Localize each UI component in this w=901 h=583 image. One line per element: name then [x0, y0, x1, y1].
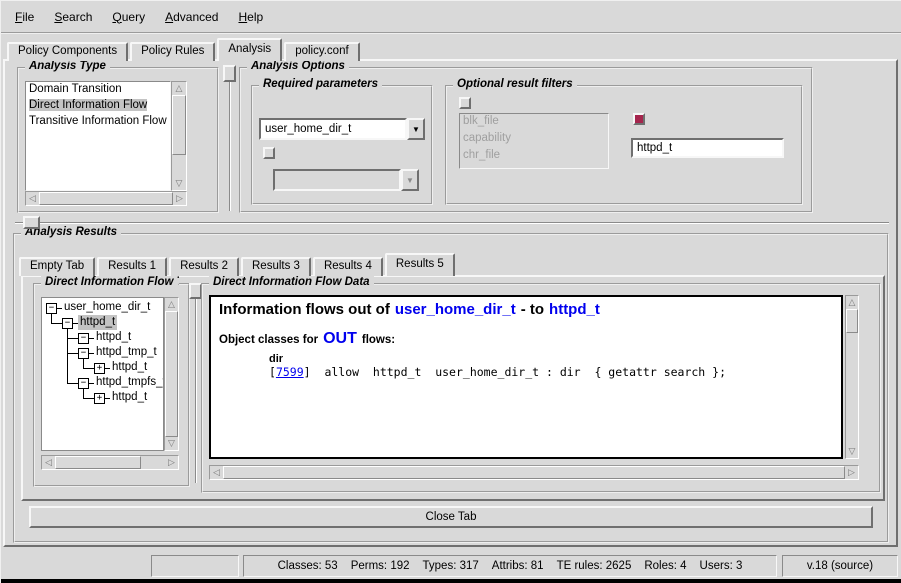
menu-advanced[interactable]: Advanced — [155, 7, 228, 27]
flow-data-heading: Information flows out ofuser_home_dir_t-… — [219, 301, 833, 318]
close-tab-button[interactable]: Close Tab — [29, 506, 873, 528]
tab-policy-components[interactable]: Policy Components — [7, 42, 128, 61]
tree-node-label[interactable]: httpd_t — [94, 330, 133, 345]
tab-empty[interactable]: Empty Tab — [19, 257, 95, 276]
attrib-combobox: ▼ — [273, 169, 419, 191]
regex-input[interactable] — [631, 138, 784, 158]
status-users: Users: 3 — [700, 560, 743, 572]
expand-icon[interactable]: + — [94, 363, 105, 374]
starting-type-combobox[interactable]: ▼ — [259, 118, 425, 140]
scroll-up-icon[interactable]: △ — [172, 82, 186, 95]
analysis-type-title: Analysis Type — [25, 60, 110, 72]
tree-node-label[interactable]: httpd_t — [78, 315, 117, 330]
tab-results-4[interactable]: Results 4 — [313, 257, 383, 276]
results-sash[interactable] — [195, 289, 197, 483]
analysis-type-list[interactable]: Domain Transition Direct Information Flo… — [25, 81, 171, 191]
tab-policy-conf[interactable]: policy.conf — [284, 42, 359, 61]
attrib-value — [273, 169, 401, 191]
main-tab-bar: Policy Components Policy Rules Analysis … — [7, 38, 362, 61]
tab-results-2[interactable]: Results 2 — [169, 257, 239, 276]
scroll-right-icon[interactable]: ▷ — [173, 192, 186, 205]
status-version: v.18 (source) — [782, 555, 898, 577]
collapse-icon[interactable]: − — [78, 348, 89, 359]
tab-results-1[interactable]: Results 1 — [97, 257, 167, 276]
rule-line: [7599] allow httpd_t user_home_dir_t : d… — [269, 365, 833, 379]
menu-help[interactable]: Help — [228, 7, 273, 27]
analysis-options-title: Analysis Options — [247, 60, 349, 72]
tab-results-3[interactable]: Results 3 — [241, 257, 311, 276]
optional-filters-title: Optional result filters — [453, 78, 577, 90]
vertical-sash[interactable] — [229, 71, 231, 211]
menu-bar: File Search Query Advanced Help — [1, 1, 901, 34]
list-item[interactable]: Domain Transition — [26, 82, 170, 98]
tab-analysis[interactable]: Analysis — [217, 38, 282, 61]
status-perms: Perms: 192 — [351, 560, 410, 572]
tree-node-label[interactable]: user_home_dir_t — [62, 300, 152, 315]
tab-results-5[interactable]: Results 5 — [385, 253, 455, 276]
regex-checkbox[interactable] — [633, 113, 645, 125]
attrib-checkbox[interactable] — [263, 147, 275, 159]
flow-data-title: Direct Information Flow Data — [209, 276, 374, 288]
tree-node-label[interactable]: httpd_t — [110, 390, 149, 405]
list-item-disabled: capability — [460, 131, 608, 148]
required-parameters-title: Required parameters — [259, 78, 382, 90]
list-item-disabled: blk_file — [460, 114, 608, 131]
scrollbar-thumb[interactable] — [39, 192, 173, 205]
status-classes: Classes: 53 — [278, 560, 338, 572]
status-stats: Classes: 53 Perms: 192 Types: 317 Attrib… — [243, 555, 777, 577]
expand-icon[interactable]: + — [94, 393, 105, 404]
window-bottom-edge — [1, 579, 901, 583]
flow-tree[interactable]: −user_home_dir_t−httpd_t−httpd_t−httpd_t… — [41, 297, 164, 451]
collapse-icon[interactable]: − — [78, 333, 89, 344]
menu-search[interactable]: Search — [44, 7, 102, 27]
list-item-disabled: chr_file — [460, 148, 608, 165]
flow-data-subheading: Object classes forOUTflows: — [219, 330, 833, 348]
tree-node-label[interactable]: httpd_t — [110, 360, 149, 375]
object-class-checkbox[interactable] — [459, 97, 471, 109]
analysis-type-hscrollbar[interactable]: ◁ ▷ — [25, 191, 187, 206]
status-te-rules: TE rules: 2625 — [557, 560, 632, 572]
menu-query[interactable]: Query — [102, 7, 155, 27]
rule-text: allow httpd_t user_home_dir_t : dir { ge… — [324, 365, 726, 379]
object-class-name: dir — [269, 353, 833, 365]
scroll-down-icon[interactable]: ▽ — [172, 177, 186, 190]
rule-number-link[interactable]: 7599 — [276, 365, 304, 379]
status-roles: Roles: 4 — [644, 560, 686, 572]
object-class-list: blk_file capability chr_file — [459, 113, 609, 169]
horizontal-sash[interactable] — [15, 222, 889, 224]
status-attribs: Attribs: 81 — [492, 560, 544, 572]
collapse-icon[interactable]: − — [62, 318, 73, 329]
collapse-icon[interactable]: − — [78, 378, 89, 389]
scroll-left-icon[interactable]: ◁ — [26, 192, 39, 205]
apol-window: File Search Query Advanced Help Policy C… — [0, 0, 901, 583]
analysis-type-vscrollbar[interactable]: △ ▽ — [171, 81, 187, 191]
chevron-down-icon: ▼ — [401, 169, 419, 191]
list-item-selected[interactable]: Direct Information Flow — [26, 98, 170, 114]
chevron-down-icon[interactable]: ▼ — [407, 118, 425, 140]
status-types: Types: 317 — [423, 560, 479, 572]
horizontal-sash-handle[interactable] — [23, 216, 40, 229]
vertical-sash-handle[interactable] — [223, 65, 236, 82]
list-item[interactable]: Transitive Information Flow — [26, 114, 170, 130]
starting-type-value[interactable] — [259, 118, 407, 140]
flow-data-text[interactable]: Information flows out ofuser_home_dir_t-… — [209, 295, 843, 459]
tree-node-label[interactable]: httpd_tmpfs_t — [94, 375, 164, 390]
tab-policy-rules[interactable]: Policy Rules — [130, 42, 215, 61]
menu-file[interactable]: File — [5, 7, 44, 27]
results-tab-bar: Empty Tab Results 1 Results 2 Results 3 … — [19, 252, 457, 276]
flow-tree-title: Direct Information Flow T — [41, 276, 179, 288]
tree-node-label[interactable]: httpd_tmp_t — [94, 345, 159, 360]
collapse-icon[interactable]: − — [46, 303, 57, 314]
scrollbar-thumb[interactable] — [172, 95, 186, 155]
status-empty-box — [151, 555, 239, 577]
